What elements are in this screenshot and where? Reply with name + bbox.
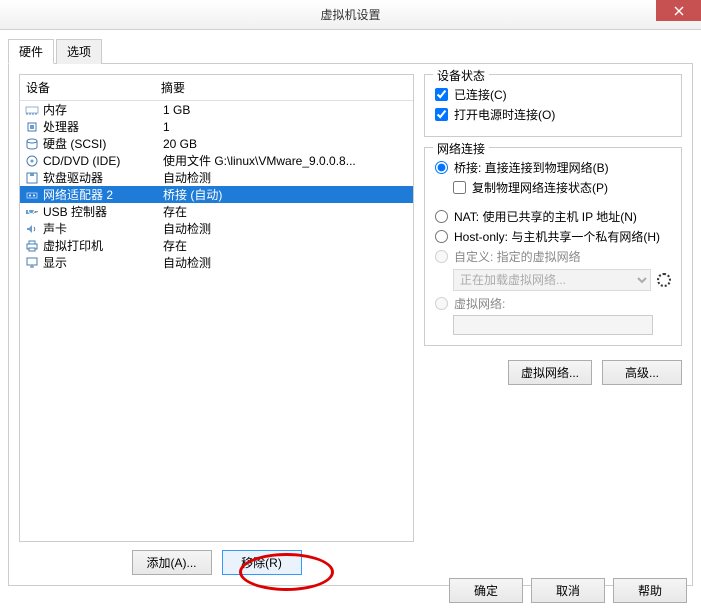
device-summary: 1 GB	[163, 103, 409, 117]
bridged-radio[interactable]	[435, 161, 448, 174]
network-legend: 网络连接	[433, 140, 489, 157]
remove-button[interactable]: 移除(R)	[222, 550, 302, 575]
window-title: 虚拟机设置	[320, 6, 380, 23]
memory-icon	[24, 103, 40, 117]
replicate-row: 复制物理网络连接状态(P)	[453, 179, 671, 196]
sound-icon	[24, 222, 40, 236]
device-summary: 自动检测	[163, 254, 409, 271]
vmnet-radio	[435, 297, 448, 310]
disk-icon	[24, 137, 40, 151]
network-connection-group: 网络连接 桥接: 直接连接到物理网络(B) 复制物理网络连接状态(P) NAT:…	[424, 147, 682, 346]
device-list-header: 设备 摘要	[20, 75, 413, 101]
vmnet-input	[453, 315, 653, 335]
connected-checkbox[interactable]	[435, 88, 448, 101]
device-row[interactable]: 内存 1 GB	[20, 101, 413, 118]
header-device: 设备	[26, 79, 161, 96]
replicate-checkbox[interactable]	[453, 181, 466, 194]
svg-text:USB: USB	[27, 206, 39, 217]
device-name: 内存	[43, 101, 163, 118]
hostonly-radio[interactable]	[435, 230, 448, 243]
content: 硬件 选项 设备 摘要 内存 1 GB 处理器 1 硬盘 (SCSI) 20 G…	[0, 30, 701, 611]
vmnet-select-row: 正在加载虚拟网络...	[453, 269, 671, 291]
floppy-icon	[24, 171, 40, 185]
connect-power-label: 打开电源时连接(O)	[454, 106, 555, 123]
bridged-row: 桥接: 直接连接到物理网络(B)	[435, 159, 671, 176]
left-buttons: 添加(A)... 移除(R)	[19, 550, 414, 575]
virtual-networks-button[interactable]: 虚拟网络...	[508, 360, 592, 385]
connected-row: 已连接(C)	[435, 86, 671, 103]
add-button[interactable]: 添加(A)...	[132, 550, 212, 575]
cd-icon	[24, 154, 40, 168]
help-button[interactable]: 帮助	[613, 578, 687, 603]
connect-power-checkbox[interactable]	[435, 108, 448, 121]
device-summary: 自动检测	[163, 220, 409, 237]
printer-icon	[24, 239, 40, 253]
device-rows: 内存 1 GB 处理器 1 硬盘 (SCSI) 20 GB CD/DVD (ID…	[20, 101, 413, 271]
device-row[interactable]: 显示 自动检测	[20, 254, 413, 271]
device-summary: 自动检测	[163, 169, 409, 186]
usb-icon: USB	[24, 205, 40, 219]
device-summary: 使用文件 G:\linux\VMware_9.0.0.8...	[163, 152, 409, 169]
device-summary: 存在	[163, 237, 409, 254]
device-row[interactable]: 虚拟打印机 存在	[20, 237, 413, 254]
device-summary: 1	[163, 120, 409, 134]
hostonly-label: Host-only: 与主机共享一个私有网络(H)	[454, 228, 660, 245]
footer-buttons: 确定 取消 帮助	[449, 578, 687, 603]
custom-radio	[435, 250, 448, 263]
display-icon	[24, 256, 40, 270]
device-name: 硬盘 (SCSI)	[43, 135, 163, 152]
custom-row: 自定义: 指定的虚拟网络	[435, 248, 671, 265]
nat-radio[interactable]	[435, 210, 448, 223]
device-status-group: 设备状态 已连接(C) 打开电源时连接(O)	[424, 74, 682, 137]
bridged-label: 桥接: 直接连接到物理网络(B)	[454, 159, 609, 176]
titlebar: 虚拟机设置	[0, 0, 701, 30]
device-row[interactable]: 处理器 1	[20, 118, 413, 135]
right-buttons: 虚拟网络... 高级...	[424, 360, 682, 385]
vmnet-select: 正在加载虚拟网络...	[453, 269, 651, 291]
device-summary: 20 GB	[163, 137, 409, 151]
network-icon	[24, 188, 40, 202]
device-row[interactable]: 声卡 自动检测	[20, 220, 413, 237]
device-name: 网络适配器 2	[43, 186, 163, 203]
vmnet-row: 虚拟网络:	[435, 295, 671, 312]
device-name: 显示	[43, 254, 163, 271]
device-row[interactable]: USB USB 控制器 存在	[20, 203, 413, 220]
left-pane: 设备 摘要 内存 1 GB 处理器 1 硬盘 (SCSI) 20 GB CD/D…	[19, 74, 414, 575]
cancel-button[interactable]: 取消	[531, 578, 605, 603]
connect-power-row: 打开电源时连接(O)	[435, 106, 671, 123]
connected-label: 已连接(C)	[454, 86, 507, 103]
device-row[interactable]: CD/DVD (IDE) 使用文件 G:\linux\VMware_9.0.0.…	[20, 152, 413, 169]
tabs: 硬件 选项	[8, 38, 693, 64]
device-name: 虚拟打印机	[43, 237, 163, 254]
header-summary: 摘要	[161, 79, 407, 96]
device-name: 处理器	[43, 118, 163, 135]
close-icon	[674, 6, 684, 16]
status-legend: 设备状态	[433, 67, 489, 84]
loading-spinner-icon	[657, 273, 671, 287]
advanced-button[interactable]: 高级...	[602, 360, 682, 385]
ok-button[interactable]: 确定	[449, 578, 523, 603]
device-summary: 存在	[163, 203, 409, 220]
device-row[interactable]: 软盘驱动器 自动检测	[20, 169, 413, 186]
nat-label: NAT: 使用已共享的主机 IP 地址(N)	[454, 208, 637, 225]
device-name: 软盘驱动器	[43, 169, 163, 186]
cpu-icon	[24, 120, 40, 134]
device-name: USB 控制器	[43, 203, 163, 220]
tab-options[interactable]: 选项	[56, 39, 102, 64]
device-name: 声卡	[43, 220, 163, 237]
vmnet-label: 虚拟网络:	[454, 295, 505, 312]
hostonly-row: Host-only: 与主机共享一个私有网络(H)	[435, 228, 671, 245]
device-list: 设备 摘要 内存 1 GB 处理器 1 硬盘 (SCSI) 20 GB CD/D…	[19, 74, 414, 542]
device-row[interactable]: 网络适配器 2 桥接 (自动)	[20, 186, 413, 203]
close-button[interactable]	[656, 0, 701, 21]
device-row[interactable]: 硬盘 (SCSI) 20 GB	[20, 135, 413, 152]
nat-row: NAT: 使用已共享的主机 IP 地址(N)	[435, 208, 671, 225]
custom-label: 自定义: 指定的虚拟网络	[454, 248, 581, 265]
right-pane: 设备状态 已连接(C) 打开电源时连接(O) 网络连接 桥接: 直接连接到物理网…	[424, 74, 682, 575]
tabpanel: 设备 摘要 内存 1 GB 处理器 1 硬盘 (SCSI) 20 GB CD/D…	[8, 64, 693, 586]
replicate-label: 复制物理网络连接状态(P)	[472, 179, 608, 196]
device-summary: 桥接 (自动)	[163, 186, 409, 203]
tab-hardware[interactable]: 硬件	[8, 39, 54, 64]
device-name: CD/DVD (IDE)	[43, 154, 163, 168]
